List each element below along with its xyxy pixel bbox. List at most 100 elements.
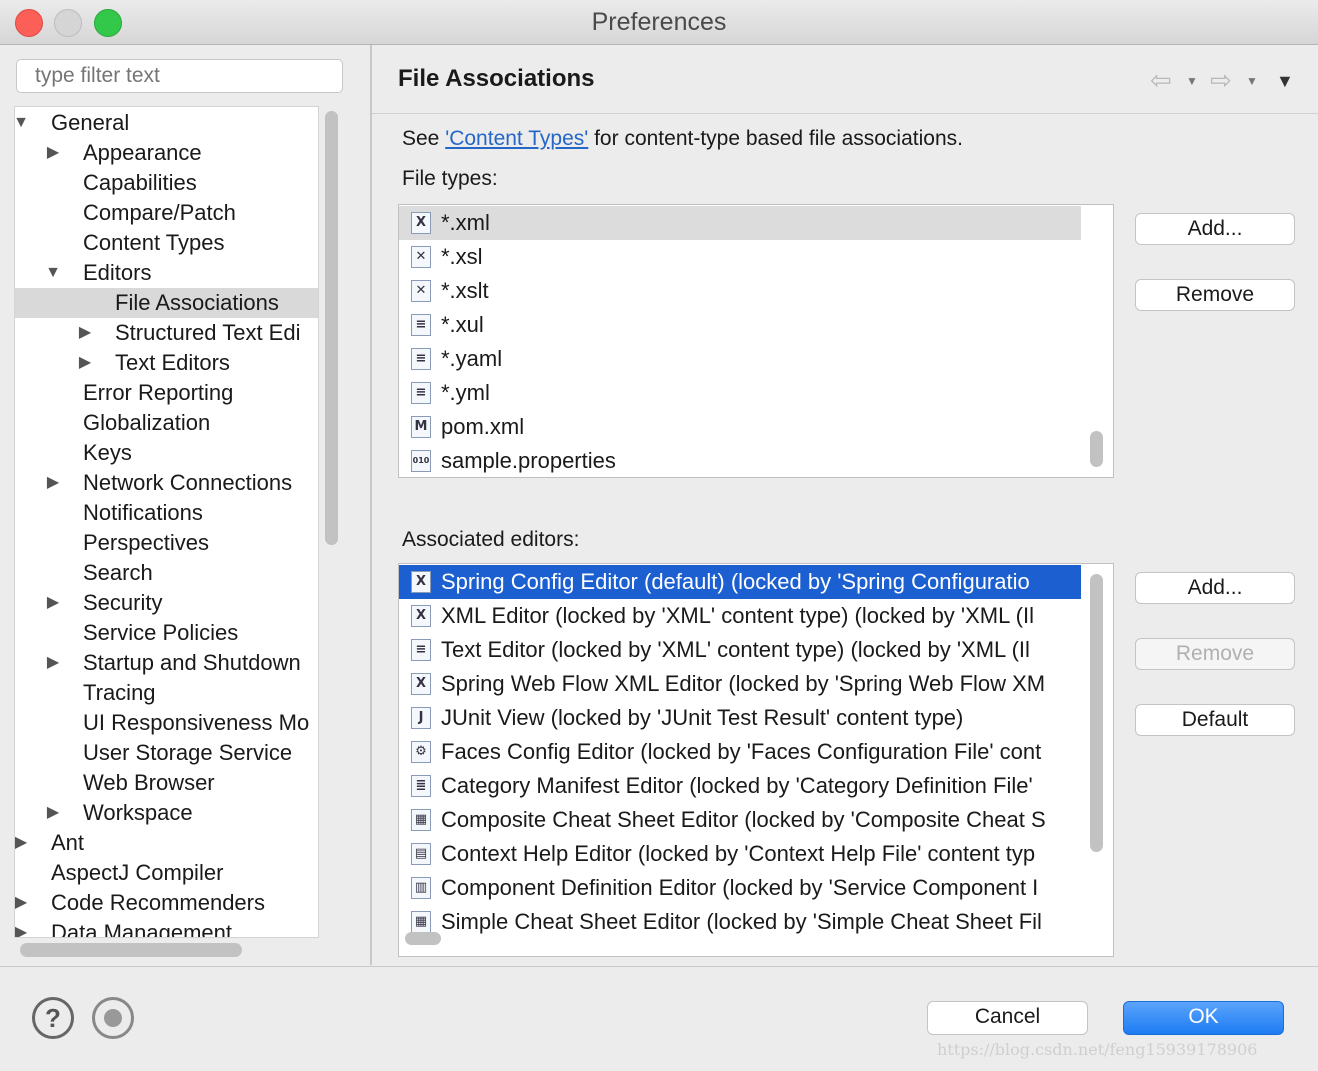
context-help-icon: ▤ [411,843,431,865]
tree-item[interactable]: Perspectives [15,528,318,558]
tree-item[interactable]: ▶ Text Editors [15,348,318,378]
associated-editors-list[interactable]: ▦ Simple Cheat Sheet Editor (locked by 'S… [398,563,1114,957]
add-editor-button[interactable]: Add... [1135,572,1295,604]
expand-triangle-icon[interactable]: ▶ [75,348,95,378]
tree-item[interactable]: UI Responsiveness Mo [15,708,318,738]
file-type-label: *.xml [441,210,490,235]
tree-item-label: User Storage Service [83,740,293,765]
expand-triangle-icon[interactable]: ▶ [43,588,63,618]
expand-triangle-icon[interactable]: ▶ [43,468,63,498]
tree-item-label: Structured Text Edi [115,320,301,345]
tree-item[interactable]: AspectJ Compiler [15,858,318,888]
file-type-row[interactable]: 010 sample.properties [399,444,1081,477]
back-arrow-icon[interactable]: ⇦ [1150,65,1172,96]
tree-item[interactable]: ▶ Appearance [15,138,318,168]
editor-label: JUnit View (locked by 'JUnit Test Result… [441,705,964,730]
editors-vertical-scrollbar[interactable] [1090,574,1103,852]
collapse-triangle-icon[interactable]: ▼ [15,108,31,138]
tree-item[interactable]: ▶ Data Management [15,918,318,937]
editor-row[interactable]: ▦ Simple Cheat Sheet Editor (locked by 'S… [399,905,1081,939]
file-type-row[interactable]: ✕ *.xslt [399,274,1081,308]
associated-editors-label: Associated editors: [402,528,580,551]
forward-dropdown-icon[interactable]: ▼ [1246,74,1258,88]
tree-horizontal-scrollbar[interactable] [20,943,242,957]
preferences-nav-pane: ▼ General ▶ Appearance Capabilities Compare/P… [0,45,370,965]
file-type-label: *.xul [441,312,484,337]
tree-item[interactable]: Error Reporting [15,378,318,408]
xml-editor-icon: X [411,605,431,627]
record-dot [104,1009,122,1027]
file-type-row[interactable]: ≡ *.xul [399,308,1081,342]
tree-item[interactable]: ▶ Startup and Shutdown [15,648,318,678]
cancel-button[interactable]: Cancel [927,1001,1088,1035]
expand-triangle-icon[interactable]: ▶ [15,828,31,858]
expand-triangle-icon[interactable]: ▶ [75,318,95,348]
editors-horizontal-scrollbar[interactable] [405,932,441,945]
filter-input[interactable] [16,59,343,93]
tree-item[interactable]: ▶ Structured Text Edi [15,318,318,348]
tree-item[interactable]: ▶ Code Recommenders [15,888,318,918]
editor-row[interactable]: X Spring Config Editor (default) (locked … [399,565,1081,599]
tree-item[interactable]: Service Policies [15,618,318,648]
editor-row[interactable]: ▥ Component Definition Editor (locked by … [399,871,1081,905]
file-types-list[interactable]: 010 sample.properties Mpom.xml ≡ *.yml ≡ *.yam… [398,204,1114,478]
record-macro-icon[interactable] [92,997,134,1039]
tree-item[interactable]: File Associations [15,288,318,318]
tree-item[interactable]: ▼ General [15,108,318,138]
content-types-link[interactable]: 'Content Types' [445,127,588,150]
expand-triangle-icon[interactable]: ▶ [43,648,63,678]
editor-row[interactable]: J JUnit View (locked by 'JUnit Test Resul… [399,701,1081,735]
editor-row[interactable]: X Spring Web Flow XML Editor (locked by '… [399,667,1081,701]
editor-row[interactable]: ≣ Category Manifest Editor (locked by 'Ca… [399,769,1081,803]
tree-item[interactable]: User Storage Service [15,738,318,768]
file-types-scrollbar[interactable] [1090,431,1103,467]
collapse-triangle-icon[interactable]: ▼ [43,258,63,288]
tree-item[interactable]: ▼ Editors [15,258,318,288]
hint-suffix: for content-type based file associations… [588,127,963,150]
forward-arrow-icon[interactable]: ⇨ [1210,65,1232,96]
default-editor-button[interactable]: Default [1135,704,1295,736]
editor-row[interactable]: X XML Editor (locked by 'XML' content typ… [399,599,1081,633]
expand-triangle-icon[interactable]: ▶ [15,918,31,937]
tree-item[interactable]: ▶ Workspace [15,798,318,828]
editor-row[interactable]: ≡ Text Editor (locked by 'XML' content ty… [399,633,1081,667]
watermark: https://blog.csdn.net/feng15939178906 [937,1040,1258,1059]
spring-config-editor-icon: X [411,571,431,593]
remove-file-type-button[interactable]: Remove [1135,279,1295,311]
help-icon[interactable]: ? [32,997,74,1039]
preferences-tree: ▼ General ▶ Appearance Capabilities Compare/P… [14,106,319,938]
expand-triangle-icon[interactable]: ▶ [43,138,63,168]
tree-vertical-scrollbar[interactable] [325,111,338,545]
tree-item[interactable]: Web Browser [15,768,318,798]
file-type-row[interactable]: ≡ *.yaml [399,342,1081,376]
file-type-row[interactable]: Mpom.xml [399,410,1081,444]
file-type-row[interactable]: ✕ *.xsl [399,240,1081,274]
text-file-icon: ≡ [411,348,431,370]
expand-triangle-icon[interactable]: ▶ [15,888,31,918]
cheat-sheet-icon: ▦ [411,911,431,933]
tree-item[interactable]: Compare/Patch [15,198,318,228]
tree-item[interactable]: Keys [15,438,318,468]
file-type-label: *.yaml [441,346,503,371]
tree-item[interactable]: Capabilities [15,168,318,198]
file-type-row[interactable]: X *.xml [399,206,1081,240]
view-menu-icon[interactable]: ▼ [1276,71,1294,92]
back-dropdown-icon[interactable]: ▼ [1186,74,1198,88]
tree-item[interactable]: Tracing [15,678,318,708]
editor-row[interactable]: ⚙ Faces Config Editor (locked by 'Faces C… [399,735,1081,769]
tree-item[interactable]: Content Types [15,228,318,258]
tree-item[interactable]: ▶ Security [15,588,318,618]
tree-item-label: Workspace [83,800,193,825]
tree-item[interactable]: Search [15,558,318,588]
tree-item[interactable]: ▶ Ant [15,828,318,858]
tree-item[interactable]: Globalization [15,408,318,438]
add-file-type-button[interactable]: Add... [1135,213,1295,245]
tree-item[interactable]: ▶ Network Connections [15,468,318,498]
editor-row[interactable]: ▤ Context Help Editor (locked by 'Context… [399,837,1081,871]
expand-triangle-icon[interactable]: ▶ [43,798,63,828]
editor-row[interactable]: ▦ Composite Cheat Sheet Editor (locked by… [399,803,1081,837]
remove-editor-button[interactable]: Remove [1135,638,1295,670]
file-type-row[interactable]: ≡ *.yml [399,376,1081,410]
tree-item[interactable]: Notifications [15,498,318,528]
ok-button[interactable]: OK [1123,1001,1284,1035]
